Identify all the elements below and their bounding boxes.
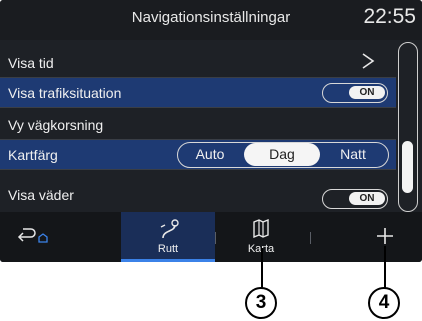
setting-label: Visa tid bbox=[8, 55, 54, 71]
setting-label: Visa trafiksituation bbox=[8, 85, 122, 101]
callout-4: 4 bbox=[368, 287, 400, 319]
traffic-toggle[interactable]: ON bbox=[322, 83, 388, 103]
route-icon bbox=[160, 219, 179, 239]
setting-label: Vy vägkorsning bbox=[8, 117, 104, 133]
toggle-state: ON bbox=[349, 86, 385, 99]
setting-row-show-traffic[interactable]: Visa trafiksituation ON bbox=[0, 78, 396, 108]
tab-rutt[interactable]: Rutt bbox=[121, 212, 215, 262]
back-icon bbox=[17, 228, 48, 243]
back-button[interactable] bbox=[0, 212, 115, 262]
setting-label: Visa väder bbox=[8, 187, 74, 203]
setting-row-show-time[interactable]: Visa tid bbox=[0, 48, 396, 78]
page-title: Navigationsinställningar bbox=[131, 9, 291, 26]
option-auto[interactable]: Auto bbox=[178, 143, 242, 166]
navigation-settings-screen: Navigationsinställningar 22:55 Visa tid … bbox=[0, 0, 422, 262]
option-dag[interactable]: Dag bbox=[244, 143, 320, 166]
bottom-tab-bar: Rutt Karta bbox=[0, 212, 422, 262]
add-button[interactable] bbox=[330, 212, 422, 262]
callout-line bbox=[384, 246, 386, 288]
header-bar: Navigationsinställningar 22:55 bbox=[0, 0, 422, 40]
map-color-selector: Auto Dag Natt bbox=[177, 142, 389, 168]
option-natt[interactable]: Natt bbox=[320, 143, 386, 166]
callout-line bbox=[261, 248, 263, 288]
divider bbox=[310, 232, 311, 244]
scrollbar[interactable] bbox=[398, 42, 418, 212]
setting-row-junction-view[interactable]: Vy vägkorsning bbox=[0, 110, 396, 140]
toggle-state: ON bbox=[349, 192, 385, 205]
plus-icon bbox=[377, 228, 393, 244]
tab-label: Rutt bbox=[157, 243, 179, 255]
clock: 22:55 bbox=[363, 5, 416, 28]
scroll-thumb[interactable] bbox=[402, 141, 413, 193]
setting-label: Kartfärg bbox=[8, 147, 58, 163]
setting-row-map-color: Kartfärg Auto Dag Natt bbox=[0, 140, 396, 170]
chevron-right-icon bbox=[362, 53, 375, 69]
callout-3: 3 bbox=[245, 287, 277, 319]
map-icon bbox=[253, 219, 269, 239]
weather-toggle[interactable]: ON bbox=[322, 189, 388, 209]
setting-row-show-weather[interactable]: Visa väder ON bbox=[0, 181, 396, 211]
